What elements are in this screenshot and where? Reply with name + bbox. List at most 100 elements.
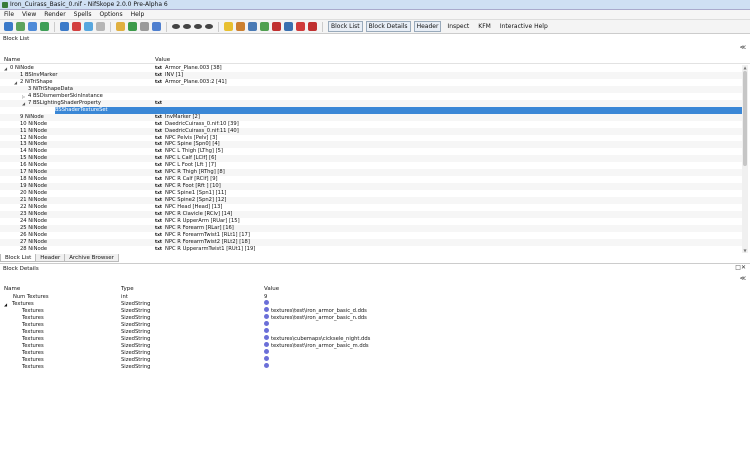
tree-row[interactable]: 9 NiNode txt InvMarker [2] (0, 113, 742, 121)
tree-row[interactable]: ◢ 7 BSLightingShaderProperty txt (0, 99, 742, 107)
toolbar-toggle-header[interactable]: Header (413, 21, 442, 32)
collapse-panel-icon[interactable]: ≪ (740, 44, 746, 51)
undo-icon[interactable] (28, 22, 37, 31)
expanded-arrow-icon[interactable]: ◢ (22, 100, 25, 107)
tree-row[interactable]: 8 BSShaderTextureSet (0, 106, 742, 114)
details-value[interactable]: textures\test\iron_armor_basic_m.dds (264, 342, 369, 350)
details-row[interactable]: Textures SizedString (0, 328, 750, 336)
lightbulb-icon[interactable] (224, 22, 233, 31)
globe-icon[interactable] (96, 22, 105, 31)
details-value[interactable]: textures\cubemaps\cicksele_night.dds (264, 335, 370, 343)
tree-row[interactable]: 27 NiNode txt NPC R ForearmTwist2 [RLt2] [… (0, 238, 742, 246)
tree-row[interactable]: 25 NiNode txt NPC R Forearm [RLar] [16] (0, 224, 742, 232)
flip-icon[interactable] (152, 22, 161, 31)
tree-row[interactable]: 19 NiNode txt NPC R Foot [Rft ] [10] (0, 183, 742, 191)
menu-spells[interactable]: Spells (74, 11, 92, 18)
details-row[interactable]: ◢ Textures SizedString (0, 300, 750, 308)
details-value[interactable] (264, 363, 271, 371)
details-row[interactable]: Textures SizedString textures\test\iron_ar… (0, 314, 750, 322)
save-icon[interactable] (16, 22, 25, 31)
redo-icon[interactable] (40, 22, 49, 31)
details-row[interactable]: Textures SizedString (0, 363, 750, 371)
panel-divider[interactable] (0, 263, 750, 264)
menu-render[interactable]: Render (44, 11, 65, 18)
collapsed-arrow-icon[interactable]: ▷ (22, 93, 25, 100)
nodes-icon[interactable] (260, 22, 269, 31)
details-row[interactable]: Textures SizedString (0, 356, 750, 364)
grid-icon[interactable] (140, 22, 149, 31)
top-view-icon[interactable] (194, 24, 202, 29)
column-header-name[interactable]: Name (4, 57, 20, 63)
expanded-arrow-icon[interactable]: ◢ (4, 65, 7, 72)
tree-row[interactable]: 18 NiNode txt NPC R Calf [RClf] [9] (0, 176, 742, 183)
details-collapse-icon[interactable]: ≪ (740, 275, 746, 282)
scroll-down-icon[interactable]: ▼ (742, 248, 748, 253)
tree-row[interactable]: 15 NiNode txt NPC L Calf [LClf] [6] (0, 155, 742, 163)
expanded-arrow-icon[interactable]: ◢ (4, 301, 7, 308)
load-view-icon[interactable] (60, 22, 69, 31)
shape-icon[interactable] (128, 22, 137, 31)
front-view-icon[interactable] (172, 24, 180, 29)
color-icon[interactable] (236, 22, 245, 31)
tree-row[interactable]: 3 NiTriShapeData (0, 85, 742, 93)
axes-icon[interactable] (248, 22, 257, 31)
panel-float-close-icons[interactable]: □✕ (735, 264, 746, 271)
tab-header[interactable]: Header (35, 254, 66, 262)
tree-row[interactable]: 23 NiNode txt NPC R Clavicle [RClv] [14] (0, 210, 742, 218)
tree-row[interactable]: 17 NiNode txt NPC R Thigh [RThg] [8] (0, 169, 742, 177)
tree-row[interactable]: 14 NiNode txt NPC L Thigh [LThg] [5] (0, 148, 742, 155)
constraints-icon[interactable] (272, 22, 281, 31)
tree-row[interactable]: 24 NiNode txt NPC R UpperArm [RUar] [15] (0, 218, 742, 225)
tree-row[interactable]: ◢ 0 NiNode txt Armor_Plane.003 [38] (0, 65, 742, 72)
tree-row[interactable]: 11 NiNode txt DaedricCuirass_0.nif:11 [40] (0, 127, 742, 135)
tree-row[interactable]: 13 NiNode txt NPC Spine [Spn0] [4] (0, 141, 742, 149)
details-row[interactable]: Textures SizedString (0, 349, 750, 357)
eye-icon[interactable] (205, 24, 213, 29)
tree-row[interactable]: ◢ 2 NiTriShape txt Armor_Plane.003:2 [41] (0, 79, 742, 86)
column-header-value[interactable]: Value (155, 57, 170, 63)
toolbar-toggle-block-details[interactable]: Block Details (365, 21, 411, 32)
menu-file[interactable]: File (4, 11, 14, 18)
menu-help[interactable]: Help (131, 11, 145, 18)
tab-block-list[interactable]: Block List (0, 254, 37, 262)
scroll-up-icon[interactable]: ▲ (742, 65, 748, 70)
pin-icon[interactable] (296, 22, 305, 31)
tree-row[interactable]: 26 NiNode txt NPC R ForearmTwist1 [RLt1] [… (0, 232, 742, 239)
tree-row[interactable]: 28 NiNode txt NPC R UpperarmTwist1 [RUt1] … (0, 246, 742, 253)
details-value[interactable]: textures\test\iron_armor_basic_n.dds (264, 314, 367, 322)
tree-row[interactable]: 20 NiNode txt NPC Spine1 [Spn1] [11] (0, 190, 742, 197)
toolbar-toggle-inspect[interactable]: Inspect (444, 21, 472, 32)
tree-row[interactable]: 22 NiNode txt NPC Head [Head] [13] (0, 204, 742, 211)
details-row[interactable]: Textures SizedString textures\test\iron_ar… (0, 307, 750, 315)
block-list-scrollbar[interactable]: ▲ ▼ (742, 65, 748, 253)
block-icon[interactable] (308, 22, 317, 31)
tree-row[interactable]: 1 BSInvMarker txt INV [1] (0, 71, 742, 79)
tree-row[interactable]: 10 NiNode txt DaedricCuirass_0.nif:10 [39] (0, 121, 742, 128)
markers-icon[interactable] (284, 22, 293, 31)
expanded-arrow-icon[interactable]: ◢ (14, 79, 17, 86)
toolbar-toggle-kfm[interactable]: KFM (475, 21, 494, 32)
menu-options[interactable]: Options (99, 11, 122, 18)
tree-row[interactable]: 12 NiNode txt NPC Pelvis [Pelv] [3] (0, 135, 742, 142)
details-row[interactable]: Textures SizedString textures\test\iron_ar… (0, 342, 750, 350)
details-column-name[interactable]: Name (4, 286, 20, 292)
tree-row[interactable]: ▷ 4 BSDismemberSkinInstance (0, 93, 742, 100)
details-column-type[interactable]: Type (121, 286, 134, 292)
details-row[interactable]: Textures SizedString (0, 321, 750, 329)
select-icon[interactable] (84, 22, 93, 31)
tree-row[interactable]: 21 NiNode txt NPC Spine2 [Spn2] [12] (0, 197, 742, 205)
texture-icon[interactable] (116, 22, 125, 31)
tab-archive-browser[interactable]: Archive Browser (64, 254, 119, 262)
scrollbar-thumb[interactable] (743, 71, 747, 166)
open-icon[interactable] (4, 22, 13, 31)
menu-view[interactable]: View (22, 11, 36, 18)
toolbar-toggle-block-list[interactable]: Block List (328, 21, 363, 32)
save-view-icon[interactable] (72, 22, 81, 31)
details-row[interactable]: Num Textures int 9 (0, 294, 750, 301)
details-row[interactable]: Textures SizedString textures\cubemaps\cic… (0, 335, 750, 343)
details-value[interactable]: textures\test\iron_armor_basic_d.dds (264, 307, 367, 315)
side-view-icon[interactable] (183, 24, 191, 29)
toolbar-toggle-interactive-help[interactable]: Interactive Help (497, 21, 551, 32)
details-column-value[interactable]: Value (264, 286, 279, 292)
tree-row[interactable]: 16 NiNode txt NPC L Foot [Lft ] [7] (0, 162, 742, 169)
